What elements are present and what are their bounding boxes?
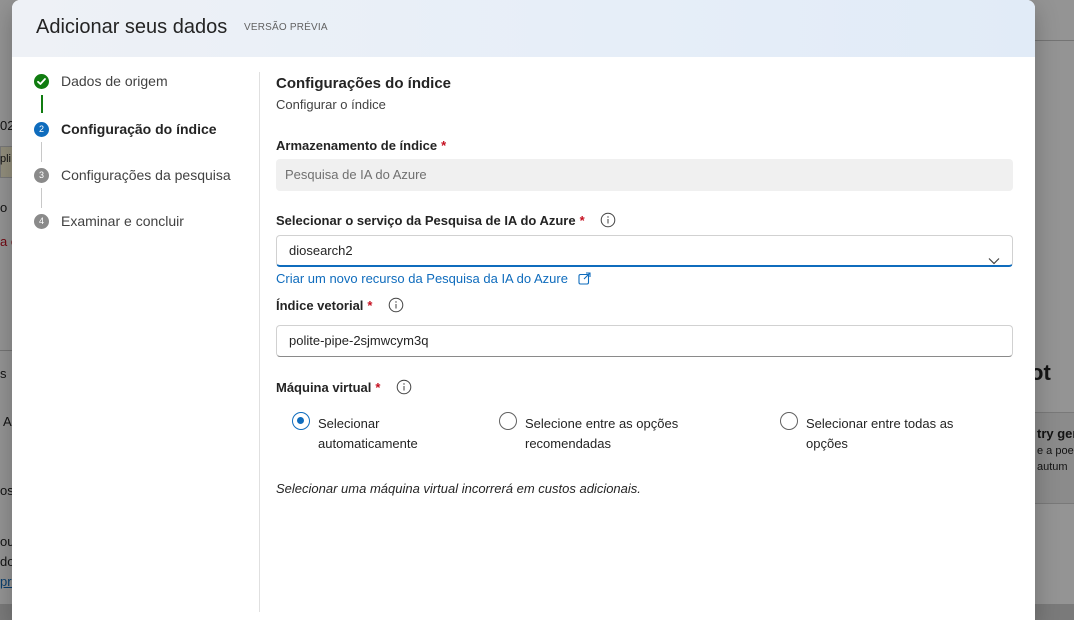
step-label: Dados de origem	[61, 73, 168, 89]
radio-selected-dot	[297, 417, 304, 424]
dropdown-value: diosearch2	[289, 243, 353, 258]
vector-index-label: Índice vetorial *	[276, 297, 404, 316]
radio-button[interactable]	[499, 412, 517, 430]
info-icon[interactable]	[600, 212, 616, 231]
step-label: Configurações da pesquisa	[61, 167, 231, 183]
dialog-header: Adicionar seus dados VERSÃO PRÉVIA	[12, 0, 1035, 57]
radio-label: Selecionar automaticamente	[318, 416, 418, 451]
index-storage-label: Armazenamento de índice *	[276, 138, 446, 153]
label-text: Selecionar o serviço da Pesquisa de IA d…	[276, 212, 576, 228]
label-text: Máquina virtual	[276, 379, 372, 395]
label-text: Armazenamento de índice	[276, 138, 438, 153]
radio-button[interactable]	[780, 412, 798, 430]
required-mark: *	[441, 138, 447, 153]
checkmark-icon	[34, 74, 49, 89]
vm-cost-note: Selecionar uma máquina virtual incorrerá…	[276, 481, 641, 496]
radio-label: Selecionar entre todas as opções	[806, 416, 954, 451]
search-service-label: Selecionar o serviço da Pesquisa de IA d…	[276, 212, 616, 231]
step-label: Examinar e concluir	[61, 213, 184, 229]
required-mark: *	[367, 297, 373, 313]
link-text: Criar um novo recurso da Pesquisa da IA …	[276, 271, 568, 286]
dialog-title: Adicionar seus dados	[36, 16, 228, 38]
section-title: Configurações do índice	[276, 75, 452, 92]
step-label: Configuração do índice	[61, 121, 217, 137]
index-settings-form: Configurações do índice Configurar o índ…	[276, 57, 1016, 617]
wizard-steps: Dados de origem 2 Configuração do índice…	[12, 57, 260, 617]
create-search-resource-link[interactable]: Criar um novo recurso da Pesquisa da IA …	[276, 271, 591, 286]
search-service-dropdown[interactable]: diosearch2	[276, 235, 1013, 267]
step-number-badge: 2	[34, 122, 49, 137]
step-connector	[41, 142, 42, 162]
chevron-down-icon	[988, 246, 1000, 275]
virtual-machine-label: Máquina virtual *	[276, 379, 412, 398]
info-icon[interactable]	[388, 297, 404, 316]
label-text: Índice vetorial	[276, 297, 364, 313]
required-mark: *	[375, 379, 381, 395]
external-link-icon	[578, 272, 591, 285]
section-subtitle: Configurar o índice	[276, 97, 386, 112]
required-mark: *	[579, 212, 585, 228]
add-data-dialog: Adicionar seus dados VERSÃO PRÉVIA Dados…	[12, 0, 1035, 620]
radio-button[interactable]	[292, 412, 310, 430]
step-number-badge: 3	[34, 168, 49, 183]
info-icon[interactable]	[396, 379, 412, 398]
step-number-badge: 4	[34, 214, 49, 229]
step-connector	[41, 95, 43, 113]
index-storage-field: Pesquisa de IA do Azure	[276, 159, 1013, 191]
vector-index-input[interactable]: polite-pipe-2sjmwcym3q	[276, 325, 1013, 357]
preview-badge: VERSÃO PRÉVIA	[244, 22, 328, 33]
radio-label: Selecione entre as opções recomendadas	[525, 416, 679, 451]
vertical-divider	[259, 72, 260, 612]
step-connector	[41, 188, 42, 208]
